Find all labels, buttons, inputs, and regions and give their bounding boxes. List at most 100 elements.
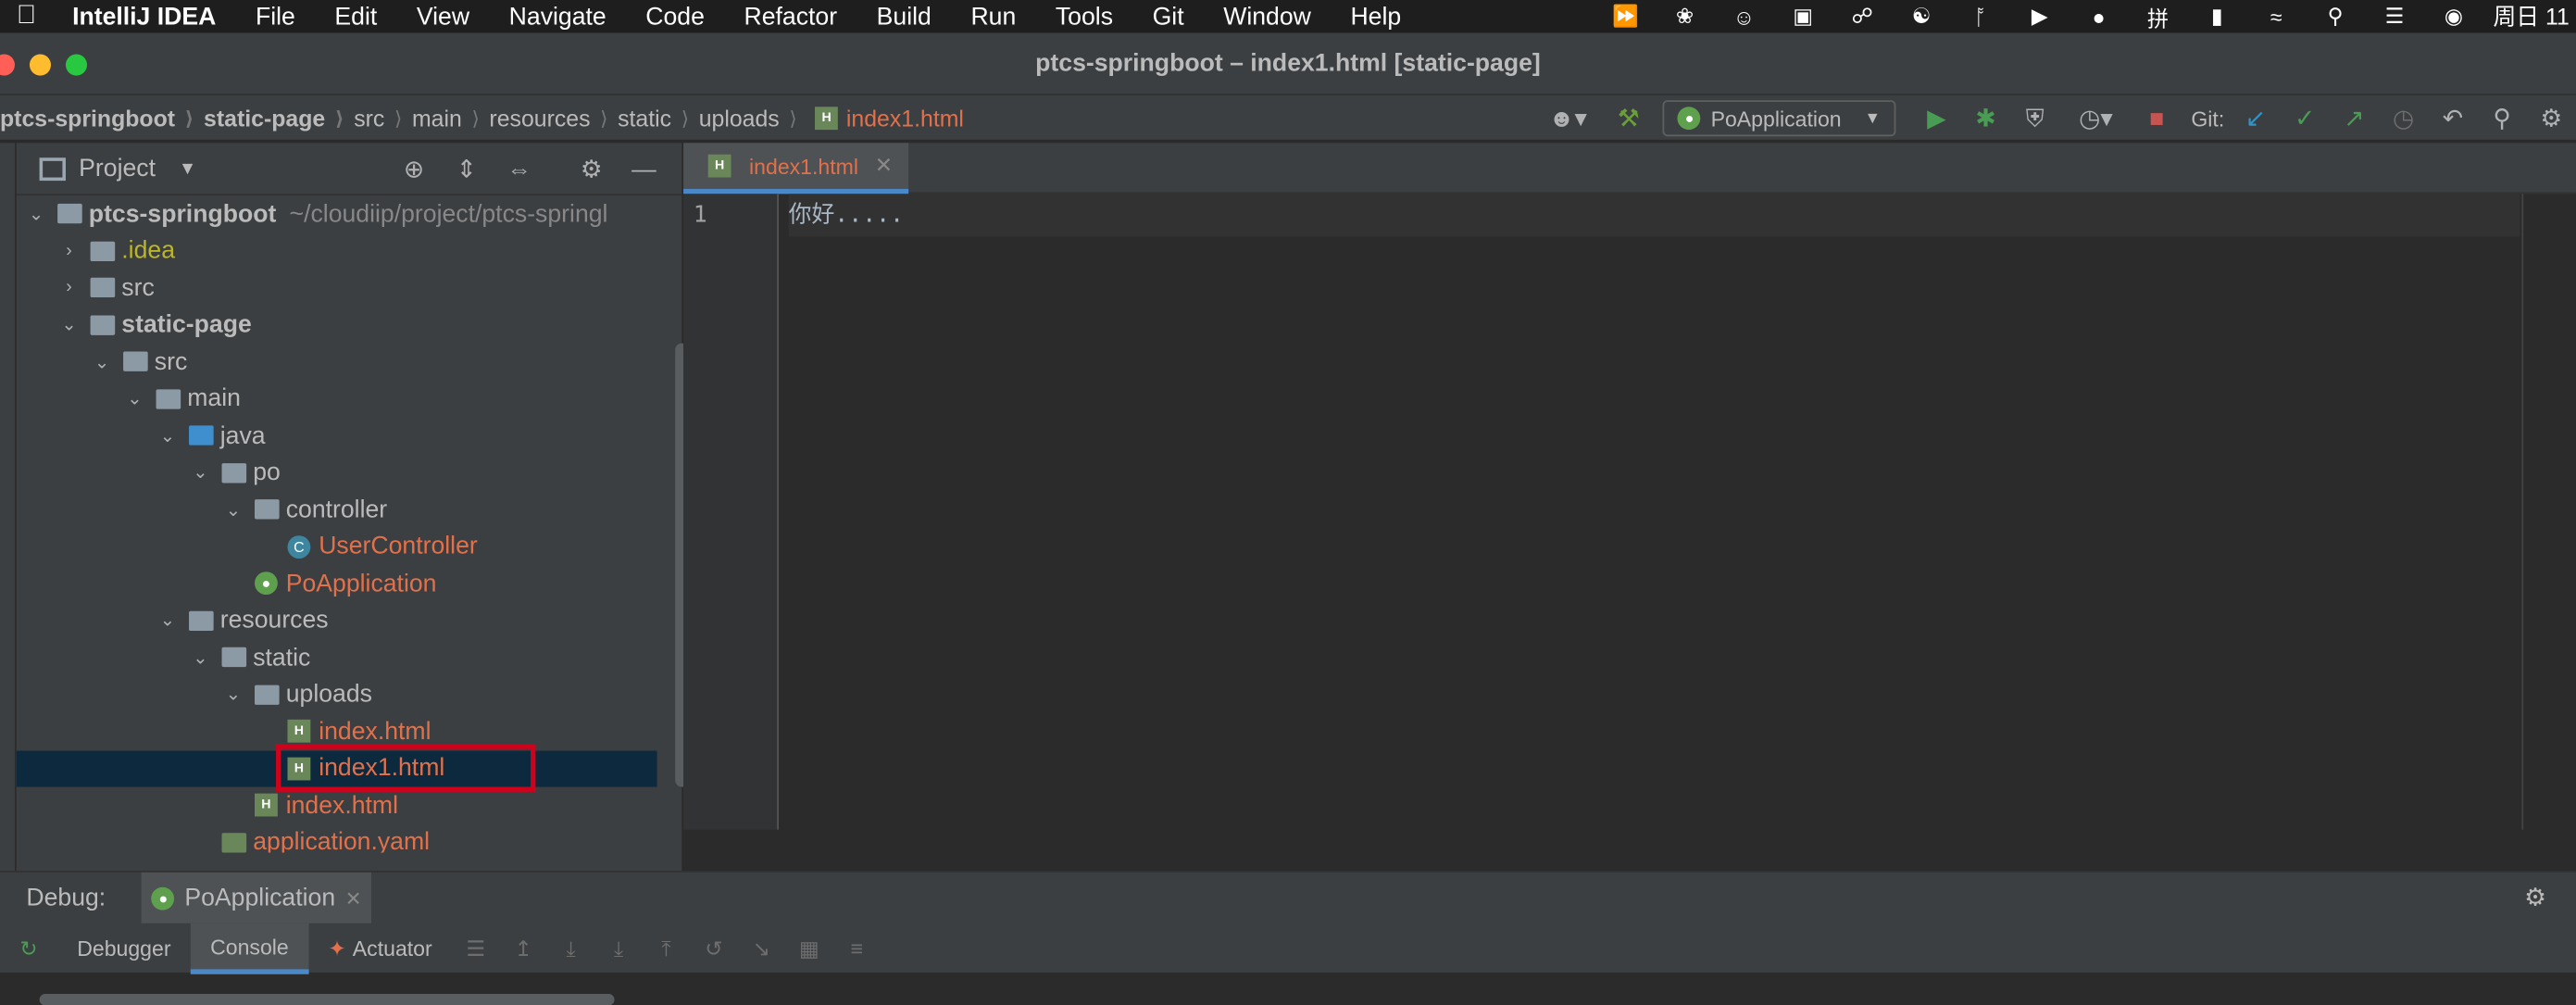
trace-icon[interactable]: ≡ <box>833 936 881 961</box>
panel-settings-gear-icon[interactable]: ⚙ <box>567 155 616 183</box>
user-icon[interactable]: ● <box>2070 0 2129 32</box>
breadcrumb-static[interactable]: static ⟩ <box>618 105 699 131</box>
tab-index1-html[interactable]: H index1.html ✕ <box>683 143 909 195</box>
chevron-down-icon[interactable]: ⌄ <box>56 314 81 335</box>
menu-edit[interactable]: Edit <box>315 3 396 31</box>
breadcrumb-file[interactable]: H index1.html <box>807 105 964 131</box>
input-method-icon[interactable]: 拼 <box>2129 0 2188 32</box>
breadcrumb-main[interactable]: main ⟩ <box>412 105 489 131</box>
wechat-icon[interactable]: ☺ <box>1714 0 1773 32</box>
close-tab-icon[interactable]: ✕ <box>345 886 362 910</box>
menu-tools[interactable]: Tools <box>1036 3 1133 31</box>
pinwheel-icon[interactable]: ❀ <box>1656 0 1715 32</box>
rollback-icon[interactable]: ↶ <box>2428 95 2477 142</box>
tab-debugger[interactable]: Debugger <box>57 923 191 974</box>
app-menu[interactable]: IntelliJ IDEA <box>53 3 236 31</box>
show-execution-point-icon[interactable]: ↥ <box>499 936 546 961</box>
run-icon[interactable]: ▶ <box>1912 95 1961 142</box>
tree-item-po[interactable]: ⌄ po <box>17 454 657 491</box>
project-view-title[interactable]: Project <box>79 155 156 182</box>
tree-horizontal-scrollbar[interactable] <box>39 994 615 1005</box>
expand-all-icon[interactable]: ⇕ <box>442 155 491 183</box>
chevron-down-icon[interactable]: ⌄ <box>187 462 213 484</box>
spotlight-icon[interactable]: ⚲ <box>2306 0 2365 32</box>
chevron-right-icon[interactable]: › <box>56 241 81 260</box>
git-commit-icon[interactable]: ✓ <box>2281 95 2330 142</box>
menu-lines-icon[interactable]: ☰ <box>452 936 499 961</box>
tree-item-index-html[interactable]: H index.html <box>17 787 657 824</box>
profile-icon[interactable]: ◷▾ <box>2059 95 2132 142</box>
locate-file-icon[interactable]: ⊕ <box>389 155 438 183</box>
evaluate-icon[interactable]: ▦ <box>785 936 832 961</box>
clock[interactable]: 周日 11 <box>2483 0 2576 32</box>
tree-item-resources[interactable]: ⌄ resources <box>17 602 657 639</box>
battery-icon[interactable]: ▮ <box>2187 0 2246 32</box>
tree-item-src[interactable]: ⌄ src <box>17 344 657 381</box>
cloud-icon[interactable]: ☯ <box>1892 0 1951 32</box>
link-icon[interactable]: ☍ <box>1832 0 1892 32</box>
step-out-icon[interactable]: ⤒ <box>643 936 690 961</box>
coverage-icon[interactable]: ⛨ <box>2010 95 2059 142</box>
minimize-window-button[interactable] <box>29 54 52 76</box>
chevron-down-icon[interactable]: ⌄ <box>89 351 115 372</box>
tree-item-controller[interactable]: ⌄ controller <box>17 491 657 528</box>
menu-file[interactable]: File <box>236 3 315 31</box>
breadcrumb-project[interactable]: ptcs-springboot ⟩ <box>0 105 204 131</box>
menu-run[interactable]: Run <box>951 3 1035 31</box>
git-history-icon[interactable]: ◷ <box>2379 95 2428 142</box>
chevron-down-icon[interactable]: ⌄ <box>187 647 213 668</box>
apple-menu-icon[interactable]:  <box>0 2 53 31</box>
tree-item-usercontroller[interactable]: C UserController <box>17 528 657 565</box>
bluetooth-icon[interactable]: ᚩ <box>1951 0 2010 32</box>
chevron-down-icon[interactable]: ▼ <box>179 158 196 178</box>
tree-item-src[interactable]: › src <box>17 270 657 307</box>
code-text[interactable]: 你好..... <box>789 202 904 228</box>
tree-item-ptcs-springboot[interactable]: ⌄ ptcs-springboot ~/cloudiip/project/ptc… <box>17 195 657 232</box>
tree-item-uploads[interactable]: ⌄ uploads <box>17 676 657 713</box>
menu-build[interactable]: Build <box>857 3 951 31</box>
siri-icon[interactable]: ◉ <box>2424 0 2483 32</box>
drop-frame-icon[interactable]: ↺ <box>690 936 737 961</box>
close-tab-icon[interactable]: ✕ <box>875 153 893 179</box>
chevron-down-icon[interactable]: ⌄ <box>155 425 181 446</box>
breadcrumb-uploads[interactable]: uploads ⟩ <box>699 105 807 131</box>
chevron-down-icon[interactable]: ⌄ <box>23 203 49 224</box>
tab-console[interactable]: Console <box>190 923 309 974</box>
code-line[interactable]: 你好..... <box>788 194 2520 237</box>
control-center-icon[interactable]: ☰ <box>2365 0 2424 32</box>
zoom-window-button[interactable] <box>65 54 88 76</box>
debug-session-tab[interactable]: ● PoApplication ✕ <box>142 872 372 923</box>
menu-git[interactable]: Git <box>1132 3 1204 31</box>
vcs-user-icon[interactable]: ☻▾ <box>1532 95 1604 142</box>
collapse-all-icon[interactable]: ⇔ <box>494 156 544 183</box>
left-tool-strip[interactable] <box>0 143 17 872</box>
close-window-button[interactable] <box>0 54 15 76</box>
run-configuration-select[interactable]: ● PoApplication ▼ <box>1663 100 1896 137</box>
menu-refactor[interactable]: Refactor <box>724 3 857 31</box>
tree-item-main[interactable]: ⌄ main <box>17 381 657 418</box>
tree-item-idea[interactable]: › .idea <box>17 232 657 270</box>
step-into-icon[interactable]: ⤓ <box>594 936 642 961</box>
breadcrumb-src[interactable]: src ⟩ <box>354 105 412 131</box>
menu-navigate[interactable]: Navigate <box>489 3 626 31</box>
tab-actuator[interactable]: ✦ Actuator <box>308 923 452 974</box>
menu-view[interactable]: View <box>397 3 490 31</box>
menu-help[interactable]: Help <box>1331 3 1420 31</box>
stop-icon[interactable]: ■ <box>2132 95 2181 142</box>
wifi-icon[interactable]: ≈ <box>2246 0 2306 32</box>
breadcrumb-resources[interactable]: resources ⟩ <box>489 105 618 131</box>
debug-settings-gear-icon[interactable]: ⚙ <box>2524 882 2546 911</box>
rerun-icon[interactable]: ↻ <box>0 923 57 974</box>
search-icon[interactable]: ⚲ <box>2477 95 2526 142</box>
run-to-cursor-icon[interactable]: ↘ <box>738 936 785 961</box>
tree-item-static-page[interactable]: ⌄ static-page <box>17 307 657 344</box>
build-hammer-icon[interactable]: ⚒ <box>1604 95 1653 142</box>
chevron-down-icon[interactable]: ⌄ <box>220 499 246 521</box>
chevron-down-icon[interactable]: ⌄ <box>155 609 181 631</box>
step-over-icon[interactable]: ⤓ <box>547 936 594 961</box>
menu-window[interactable]: Window <box>1204 3 1331 31</box>
settings-gear-icon[interactable]: ⚙ <box>2527 95 2576 142</box>
breadcrumb-module[interactable]: static-page ⟩ <box>204 105 354 131</box>
git-update-icon[interactable]: ↙ <box>2231 95 2280 142</box>
tree-item-application-yaml[interactable]: application.yaml <box>17 823 657 852</box>
